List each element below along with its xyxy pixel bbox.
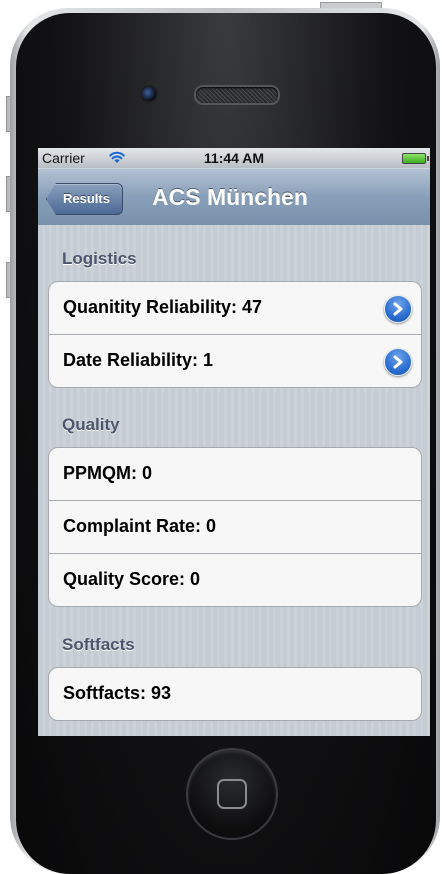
row-date-reliability[interactable]: Date Reliability: 1 (49, 335, 421, 387)
navigation-bar: Results ACS München (38, 168, 430, 226)
group-softfacts: Softfacts: 93 (48, 667, 422, 721)
home-button[interactable] (186, 748, 278, 840)
clock: 11:44 AM (203, 150, 265, 166)
row-quality-score[interactable]: Quality Score: 0 (49, 554, 421, 606)
row-label: Complaint Rate: 0 (63, 516, 217, 536)
section-header-softfacts: Softfacts (62, 635, 135, 654)
group-quality: PPMQM: 0 Complaint Rate: 0 Quality Score… (48, 447, 422, 607)
screen: Carrier 11:44 AM Results ACS München Log… (38, 148, 430, 736)
row-label: Softfacts: 93 (63, 683, 172, 703)
row-complaint-rate[interactable]: Complaint Rate: 0 (49, 501, 421, 554)
group-logistics: Quanitity Reliability: 47 Date Reliabili… (48, 281, 422, 388)
front-camera (140, 85, 158, 103)
row-softfacts[interactable]: Softfacts: 93 (49, 668, 421, 720)
row-label: Date Reliability: 1 (63, 350, 214, 370)
row-label: PPMQM: 0 (63, 463, 153, 483)
page-title: ACS München (152, 184, 308, 210)
status-bar: Carrier 11:44 AM (38, 148, 430, 168)
detail-disclosure-icon[interactable] (384, 348, 412, 376)
row-label: Quanitity Reliability: 47 (63, 297, 263, 317)
earpiece-speaker (194, 85, 280, 105)
home-square-icon (217, 779, 247, 809)
battery-icon (402, 153, 429, 164)
section-header-quality: Quality (62, 415, 120, 434)
back-button[interactable]: Results (46, 183, 123, 215)
row-quantity-reliability[interactable]: Quanitity Reliability: 47 (49, 282, 421, 335)
detail-disclosure-icon[interactable] (384, 295, 412, 323)
grouped-table[interactable]: Logistics Quanitity Reliability: 47 Date… (38, 225, 430, 736)
row-label: Quality Score: 0 (63, 569, 201, 589)
section-header-logistics: Logistics (62, 249, 137, 268)
row-ppmqm[interactable]: PPMQM: 0 (49, 448, 421, 501)
